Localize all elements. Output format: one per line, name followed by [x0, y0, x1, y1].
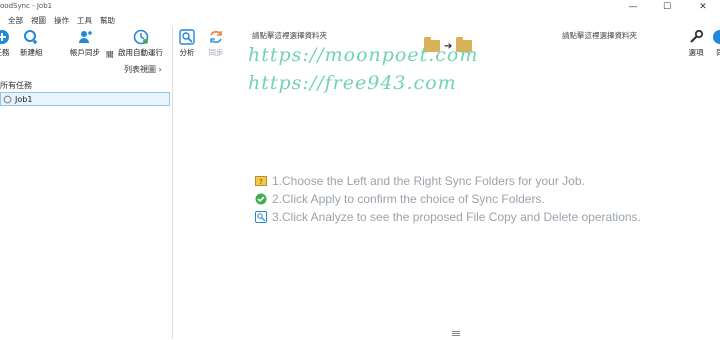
menu-all[interactable]: 全部 [8, 14, 23, 27]
menu-action[interactable]: 操作 [54, 14, 69, 27]
svg-text:?: ? [259, 178, 263, 186]
extra-toolbar-button[interactable]: 同 [712, 29, 720, 58]
job-name: Job1 [15, 94, 33, 104]
analyze-icon [179, 29, 195, 45]
new-group-button[interactable]: 新建組 [20, 29, 43, 58]
folder-question-icon: ? [255, 176, 267, 186]
step-2: 2.Click Apply to confirm the choice of S… [255, 190, 641, 208]
watermark-line-1: https://moonpoet.com [248, 44, 479, 66]
sync-label: 同步 [208, 48, 224, 57]
step-1-text: 1.Choose the Left and the Right Sync Fol… [272, 174, 585, 188]
tasks-button[interactable]: 任務 [0, 29, 10, 58]
close-label-button[interactable]: 關 [106, 47, 114, 60]
clock-icon [133, 29, 148, 45]
step-1: ? 1.Choose the Left and the Right Sync F… [255, 172, 641, 190]
account-sync-label: 帳戶同步 [70, 48, 100, 57]
options-button[interactable]: 選項 [688, 29, 704, 58]
window-title: oodSync - Job1 [0, 2, 53, 10]
right-folder-hint[interactable]: 請點擊這裡選擇資料夾 [562, 30, 637, 41]
watermark-line-2: https://free943.com [248, 72, 457, 94]
menu-view[interactable]: 視圖 [31, 14, 46, 27]
resize-grip-icon[interactable] [452, 331, 460, 336]
user-add-icon [79, 31, 92, 43]
check-circle-icon [255, 193, 267, 205]
extra-label: 同 [716, 47, 720, 58]
left-folder-hint[interactable]: 請點擊這裡選擇資料夾 [252, 30, 327, 41]
account-sync-button[interactable]: 帳戶同步 [70, 29, 100, 58]
job-sync-icon [3, 95, 12, 103]
sync-icon [210, 30, 222, 44]
cut-off-icon [713, 30, 720, 44]
enable-auto-run-label: 啟用自動運行 [118, 48, 163, 57]
minimize-button[interactable]: — [618, 0, 648, 14]
maximize-icon: ☐ [662, 2, 672, 12]
maximize-button[interactable]: ☐ [652, 0, 682, 14]
instruction-steps: ? 1.Choose the Left and the Right Sync F… [255, 172, 641, 226]
options-label: 選項 [688, 48, 704, 57]
tasks-label: 任務 [0, 48, 10, 57]
job-list-item[interactable]: Job1 [0, 92, 170, 106]
analyze-button[interactable]: 分析 [179, 29, 195, 58]
menu-tools[interactable]: 工具 [77, 14, 92, 27]
title-bar: oodSync - Job1 — ☐ ✕ [0, 0, 720, 14]
list-view-toggle[interactable]: 列表視圖 › [124, 64, 162, 75]
panel-divider[interactable] [172, 27, 173, 339]
all-jobs-label: 所有任務 [0, 81, 32, 90]
close-label: 關 [106, 50, 114, 59]
analyze-label: 分析 [179, 48, 195, 57]
wrench-icon [690, 29, 704, 43]
add-task-icon [0, 30, 9, 44]
analyze-icon [255, 211, 267, 223]
step-3: 3.Click Analyze to see the proposed File… [255, 208, 641, 226]
new-group-label: 新建組 [20, 48, 43, 57]
close-icon: ✕ [699, 2, 707, 12]
step-2-text: 2.Click Apply to confirm the choice of S… [272, 192, 545, 206]
close-window-button[interactable]: ✕ [688, 0, 718, 14]
new-group-icon [24, 30, 38, 44]
menu-bar: 全部 視圖 操作 工具 幫助 [0, 14, 720, 27]
step-3-text: 3.Click Analyze to see the proposed File… [272, 210, 641, 224]
menu-help[interactable]: 幫助 [100, 14, 115, 27]
enable-auto-run-button[interactable]: 啟用自動運行 [118, 29, 163, 58]
minimize-icon: — [628, 2, 638, 12]
sync-button[interactable]: 同步 [208, 29, 224, 58]
